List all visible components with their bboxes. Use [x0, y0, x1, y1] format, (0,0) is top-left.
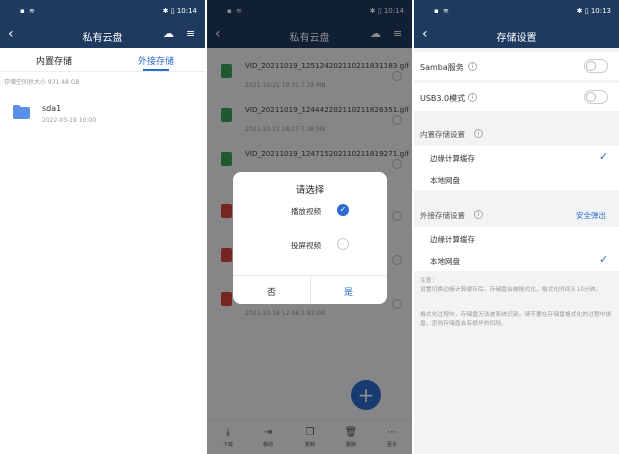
samba-row: Samba服务 i: [414, 52, 619, 80]
play-video-radio[interactable]: ✓: [337, 204, 349, 216]
status-bar: ▪ ≋ ✱ ▯ 10:13: [414, 0, 619, 22]
option-cast-video-label: 投屏视频: [291, 241, 321, 250]
cloud-upload-icon[interactable]: ☁: [163, 27, 174, 40]
folder-icon: [13, 105, 30, 119]
info-icon[interactable]: i: [474, 129, 483, 138]
folder-item[interactable]: sda1 2022-03-19 10:00: [0, 98, 205, 130]
cast-video-radio[interactable]: [337, 238, 349, 250]
safe-eject-button[interactable]: 安全弹出: [576, 210, 606, 221]
usb-label: USB3.0模式: [420, 94, 466, 103]
internal-local-drive-option[interactable]: 本地网盘: [430, 175, 460, 186]
external-local-drive-option[interactable]: 本地网盘: [430, 256, 460, 267]
tab-external-storage[interactable]: 外接存储: [138, 54, 174, 67]
internal-options: 边缘计算缓存 ✓ 本地网盘: [414, 146, 619, 190]
usb-row: USB3.0模式 i: [414, 83, 619, 111]
folder-date: 2022-03-19 10:00: [42, 117, 97, 124]
app-bar: ‹ 私有云盘 ☁ ≡: [0, 22, 205, 48]
external-options: 边缘计算缓存 本地网盘 ✓: [414, 227, 619, 271]
status-left: ▪ ≋: [20, 7, 36, 15]
internal-edge-cache-option[interactable]: 边缘计算缓存: [430, 153, 475, 164]
status-bar: ▪ ≋ ✱ ▯ 10:14: [0, 0, 205, 22]
samba-label: Samba服务: [420, 63, 464, 72]
sort-menu-icon[interactable]: ≡: [186, 27, 195, 40]
storage-panel: ▪ ≋ ✱ ▯ 10:14 ‹ 私有云盘 ☁ ≡ 内置存储 外接存储 存储空间总…: [0, 0, 205, 454]
note-title: 注意：: [420, 278, 438, 284]
dialog-title: 请选择: [295, 185, 325, 196]
toggle-knob: [586, 61, 596, 71]
file-list-panel: ▪ ≋ ✱ ▯ 10:14 ‹ 私有云盘 ☁ ≡ VID_20211019_12…: [207, 0, 412, 454]
external-edge-cache-option[interactable]: 边缘计算缓存: [430, 234, 475, 245]
note-text-2: 格式化过程中，存储盘无法被系统识别，请不要在存储盘格式化的过程中拔盘，否则存储盘…: [420, 312, 612, 327]
page-title: 存储设置: [496, 33, 537, 44]
choose-dialog: 请选择 播放视频 ✓ 投屏视频 否 是: [233, 172, 387, 304]
check-icon: ✓: [599, 150, 609, 163]
dialog-button-divider: [310, 276, 311, 304]
note-text-1: 设置切换边缘计算缓存后，存储盘会被格式化，格式化时间3-10分钟。: [420, 287, 602, 293]
status-left: ▪ ≋: [434, 7, 450, 15]
storage-settings-panel: ▪ ≋ ✱ ▯ 10:13 ‹ 存储设置 Samba服务 i USB3.0模式 …: [414, 0, 619, 454]
folder-name: sda1: [42, 104, 62, 113]
info-icon[interactable]: i: [468, 93, 477, 102]
page-title: 私有云盘: [82, 33, 123, 44]
toggle-knob: [586, 92, 596, 102]
storage-tabs: 内置存储 外接存储: [0, 48, 205, 72]
active-tab-indicator: [143, 69, 169, 71]
no-button[interactable]: 否: [267, 285, 276, 298]
app-bar: ‹ 存储设置: [414, 22, 619, 48]
samba-toggle[interactable]: [584, 59, 608, 73]
info-icon[interactable]: i: [474, 210, 483, 219]
status-right: ✱ ▯ 10:14: [162, 7, 197, 15]
usb-toggle[interactable]: [584, 90, 608, 104]
external-section-title: 外接存储设置: [420, 211, 465, 220]
option-play-video-label: 播放视频: [291, 207, 321, 216]
tab-internal-storage[interactable]: 内置存储: [36, 54, 72, 67]
info-icon[interactable]: i: [468, 62, 477, 71]
status-right: ✱ ▯ 10:13: [576, 7, 611, 15]
capacity-text: 存储空间总大小 931.48 GB: [4, 79, 80, 86]
check-icon: ✓: [599, 253, 609, 266]
internal-section-title: 内置存储设置: [420, 130, 465, 139]
yes-button[interactable]: 是: [344, 285, 353, 298]
